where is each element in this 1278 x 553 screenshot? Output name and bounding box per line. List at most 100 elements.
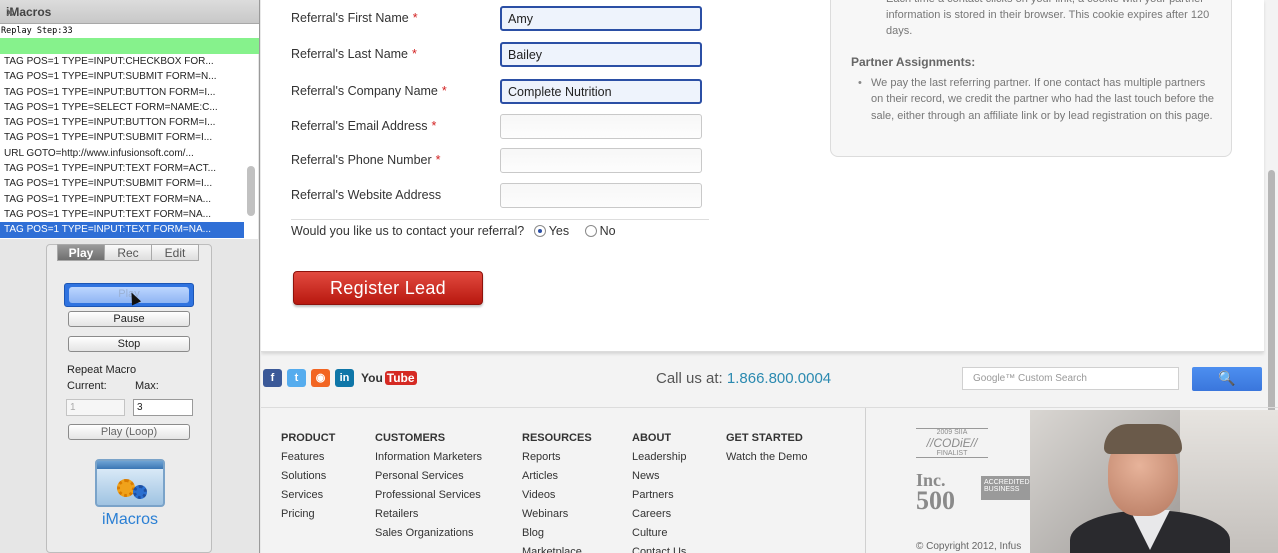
- macro-line[interactable]: TAG POS=1 TYPE=SELECT FORM=NAME:C...: [0, 100, 244, 115]
- call-us: Call us at: 1.866.800.0004: [656, 370, 831, 387]
- footer-link[interactable]: Videos: [522, 486, 592, 505]
- macro-line[interactable]: TAG POS=1 TYPE=INPUT:TEXT FORM=NA...: [0, 222, 244, 238]
- referral-field-input[interactable]: Amy: [500, 6, 702, 31]
- footer-column-heading: GET STARTED: [726, 432, 803, 444]
- footer-column: PRODUCT Features Solutions Services Pricing: [281, 429, 335, 524]
- rss-icon[interactable]: ◉: [311, 369, 330, 387]
- footer-link[interactable]: Marketplace: [522, 543, 592, 553]
- macro-line[interactable]: TAG POS=1 TYPE=INPUT:SUBMIT FORM=I...: [0, 176, 244, 191]
- inc-number: 500: [916, 486, 955, 515]
- field-label: Referral's Email Address *: [291, 119, 436, 133]
- macro-line[interactable]: TAG POS=1 TYPE=INPUT:SUBMIT FORM=I...: [0, 130, 244, 145]
- youtube-you-text: You: [361, 371, 383, 385]
- search-icon: 🔍: [1218, 370, 1236, 386]
- footer-link[interactable]: Sales Organizations: [375, 524, 482, 543]
- radio-yes-label: Yes: [548, 224, 570, 238]
- contact-question-text: Would you like us to contact your referr…: [291, 224, 525, 238]
- referral-field-input[interactable]: [500, 114, 702, 139]
- current-input[interactable]: 1: [66, 399, 125, 416]
- field-label-text: Referral's Company Name: [291, 84, 438, 98]
- footer-link[interactable]: Professional Services: [375, 486, 482, 505]
- referral-field-input[interactable]: [500, 183, 702, 208]
- field-label-text: Referral's Phone Number: [291, 153, 432, 167]
- social-links: f t ◉ in You Tube: [263, 369, 417, 387]
- max-input[interactable]: 3: [133, 399, 193, 416]
- footer-link[interactable]: Reports: [522, 448, 592, 467]
- radio-yes[interactable]: [533, 225, 546, 237]
- tab-edit[interactable]: Edit: [151, 244, 199, 261]
- codie-year: 2009 SIIA: [936, 429, 968, 436]
- footer-column: RESOURCES Reports Articles Videos Webinars Bl…: [522, 429, 592, 553]
- search-input[interactable]: Google™ Custom Search: [962, 367, 1179, 390]
- macro-line[interactable]: TAG POS=1 TYPE=INPUT:BUTTON FORM=I...: [0, 115, 244, 130]
- twitter-icon[interactable]: t: [287, 369, 306, 387]
- referral-field-input[interactable]: Complete Nutrition: [500, 79, 702, 104]
- macro-line[interactable]: TAG POS=1 TYPE=INPUT:TEXT FORM=ACT...: [0, 161, 244, 176]
- footer-link[interactable]: Pricing: [281, 505, 335, 524]
- macro-line[interactable]: URL GOTO=http://www.infusionsoft.com/...: [0, 146, 244, 161]
- facebook-icon[interactable]: f: [263, 369, 282, 387]
- footer-column-heading: PRODUCT: [281, 432, 336, 444]
- referral-field-input[interactable]: Bailey: [500, 42, 702, 67]
- footer-link[interactable]: Features: [281, 448, 335, 467]
- codie-badge: 2009 SIIA //CODiE// FINALIST: [916, 428, 988, 458]
- footer-link[interactable]: Retailers: [375, 505, 482, 524]
- play-loop-button[interactable]: Play (Loop): [68, 424, 190, 440]
- linkedin-icon[interactable]: in: [335, 369, 354, 387]
- form-divider: [291, 219, 709, 220]
- footer-link[interactable]: Partners: [632, 486, 686, 505]
- referral-field-input[interactable]: [500, 148, 702, 173]
- contact-question: Would you like us to contact your referr…: [291, 224, 616, 238]
- required-mark: *: [435, 153, 441, 167]
- search-button[interactable]: 🔍: [1192, 367, 1262, 391]
- footer-vertical-divider: [865, 408, 866, 553]
- footer-link[interactable]: Culture: [632, 524, 686, 543]
- imacros-logo-icon: [95, 459, 165, 507]
- copyright-text: © Copyright 2012, Infus: [916, 541, 1022, 552]
- footer-link[interactable]: Services: [281, 486, 335, 505]
- radio-no[interactable]: [584, 225, 597, 237]
- phone-number[interactable]: 1.866.800.0004: [727, 370, 831, 387]
- footer-link[interactable]: Information Marketers: [375, 448, 482, 467]
- imacros-panel: iMacros × Replay Step:33 TAG POS=1 TYPE=…: [0, 0, 260, 553]
- call-us-label: Call us at:: [656, 370, 723, 387]
- footer-link[interactable]: Leadership: [632, 448, 686, 467]
- footer-column: CUSTOMERS Information Marketers Personal S…: [375, 429, 482, 543]
- macro-line[interactable]: TAG POS=1 TYPE=INPUT:TEXT FORM=NA...: [0, 207, 244, 222]
- footer-link[interactable]: Watch the Demo: [726, 448, 808, 467]
- footer-link[interactable]: Contact Us: [632, 543, 686, 553]
- close-icon[interactable]: ×: [6, 4, 247, 20]
- register-lead-button[interactable]: Register Lead: [293, 271, 483, 305]
- partner-info-box: Each time a contact clicks on your link,…: [830, 0, 1232, 157]
- field-label-text: Referral's Website Address: [291, 188, 442, 202]
- footer-column-heading: RESOURCES: [522, 432, 592, 444]
- pause-button[interactable]: Pause: [68, 311, 190, 327]
- macro-line[interactable]: TAG POS=1 TYPE=INPUT:TEXT FORM=NA...: [0, 192, 244, 207]
- imacros-logo-text: iMacros: [101, 511, 158, 528]
- field-label: Referral's Phone Number *: [291, 153, 441, 167]
- field-label-text: Referral's Last Name: [291, 47, 409, 61]
- tab-rec[interactable]: Rec: [104, 244, 152, 261]
- footer-link[interactable]: Blog: [522, 524, 592, 543]
- youtube-icon[interactable]: You Tube: [359, 369, 417, 387]
- field-label: Referral's Website Address: [291, 188, 441, 202]
- macro-list-scrollbar[interactable]: [246, 56, 256, 237]
- footer-link[interactable]: Solutions: [281, 467, 335, 486]
- footer-link[interactable]: Personal Services: [375, 467, 482, 486]
- max-label: Max:: [135, 380, 159, 392]
- imacros-tabs: Play Rec Edit: [57, 244, 199, 261]
- current-label: Current:: [67, 380, 107, 392]
- macro-line[interactable]: TAG POS=1 TYPE=INPUT:SUBMIT FORM=N...: [0, 69, 244, 84]
- macro-list[interactable]: TAG POS=1 TYPE=INPUT:CHECKBOX FOR... TAG …: [0, 54, 258, 239]
- footer-column: ABOUT Leadership News Partners Careers Cultur…: [632, 429, 686, 553]
- stop-button[interactable]: Stop: [68, 336, 190, 352]
- footer-link[interactable]: Careers: [632, 505, 686, 524]
- macro-line[interactable]: TAG POS=1 TYPE=INPUT:CHECKBOX FOR...: [0, 54, 244, 69]
- macro-line[interactable]: TAG POS=1 TYPE=INPUT:BUTTON FORM=I...: [0, 85, 244, 100]
- field-label-text: Referral's Email Address: [291, 119, 428, 133]
- footer-link[interactable]: Webinars: [522, 505, 592, 524]
- required-mark: *: [441, 84, 447, 98]
- footer-link[interactable]: News: [632, 467, 686, 486]
- tab-play[interactable]: Play: [57, 244, 105, 261]
- footer-link[interactable]: Articles: [522, 467, 592, 486]
